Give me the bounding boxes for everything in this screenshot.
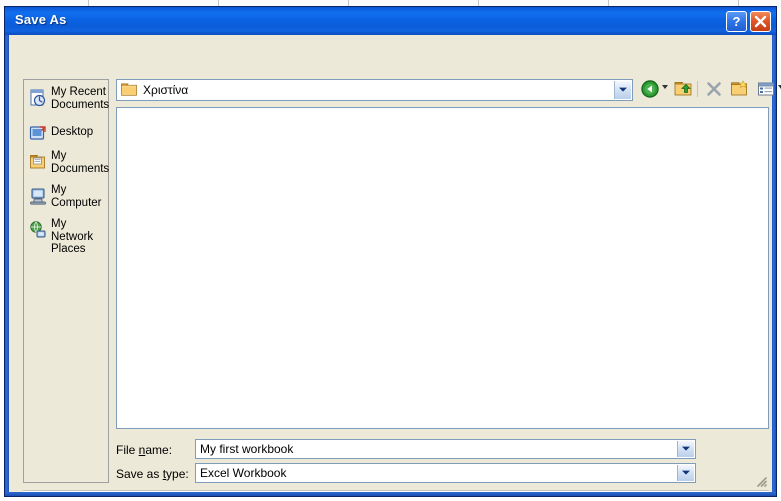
new-folder-icon (731, 80, 748, 96)
back-button[interactable] (639, 78, 661, 100)
network-places-icon (30, 221, 46, 238)
sidebar-item-desktop[interactable]: Desktop (26, 122, 108, 144)
sidebar-item-label: Desktop (51, 126, 94, 138)
back-arrow-icon (641, 80, 659, 98)
sidebar-item-my-documents[interactable]: My Documents (26, 150, 110, 180)
file-name-label: File name: (116, 443, 173, 457)
up-one-level-button[interactable] (672, 78, 694, 100)
file-name-dropdown-button[interactable] (677, 441, 694, 457)
sidebar-item-label: My Computer (51, 184, 102, 209)
chevron-down-icon (682, 470, 690, 475)
sidebar-item-label: My Recent Documents (51, 86, 110, 111)
help-button[interactable]: ? (726, 11, 747, 32)
places-bar: My Recent Documents Desktop My Documents… (23, 79, 109, 483)
sidebar-item-my-network-places[interactable]: My Network Places (26, 218, 108, 255)
save-as-type-label: Save as type: (116, 467, 189, 481)
save-in-dropdown-button[interactable] (614, 81, 631, 99)
sidebar-item-label: My Documents (51, 150, 110, 175)
desktop-icon (29, 126, 46, 140)
delete-x-icon (707, 82, 721, 96)
save-in-value: Χριστίνα (143, 83, 189, 97)
recent-documents-icon (30, 89, 46, 107)
my-computer-icon (30, 188, 46, 205)
title-bar[interactable]: Save As ? (5, 7, 776, 35)
close-button[interactable] (750, 11, 771, 32)
my-documents-icon (30, 155, 45, 169)
screen: Save As ? Save in: (0, 0, 781, 501)
toolbar-separator (697, 81, 698, 97)
delete-button[interactable] (703, 78, 725, 100)
file-name-combobox[interactable]: My first workbook (195, 439, 696, 459)
separator (23, 490, 769, 492)
close-icon (754, 15, 767, 28)
sidebar-item-my-computer[interactable]: My Computer (26, 184, 108, 214)
file-name-value: My first workbook (200, 442, 294, 456)
back-dropdown-arrow-icon[interactable] (662, 85, 668, 89)
window-frame-bottom (5, 492, 776, 496)
save-as-type-dropdown-button[interactable] (677, 465, 694, 481)
save-as-dialog: Save As ? Save in: (4, 6, 781, 497)
sidebar-item-my-recent-documents[interactable]: My Recent Documents (26, 86, 110, 116)
file-list[interactable] (116, 107, 769, 429)
resize-grip-icon[interactable] (753, 473, 767, 487)
window-frame-right (772, 35, 776, 496)
folder-icon (121, 83, 137, 96)
window-title: Save As (15, 12, 67, 27)
save-as-type-combobox[interactable]: Excel Workbook (195, 463, 696, 483)
new-folder-button[interactable] (729, 78, 751, 100)
sidebar-item-label: My Network Places (51, 218, 94, 255)
views-button[interactable] (755, 78, 777, 100)
save-in-combobox[interactable]: Χριστίνα (116, 79, 633, 101)
chevron-down-icon (682, 446, 690, 451)
up-folder-icon (674, 82, 692, 96)
save-as-type-value: Excel Workbook (200, 466, 287, 480)
dialog-client-area: Save in: Χριστίνα (9, 35, 781, 492)
chevron-down-icon (619, 87, 627, 92)
views-icon (758, 82, 774, 96)
